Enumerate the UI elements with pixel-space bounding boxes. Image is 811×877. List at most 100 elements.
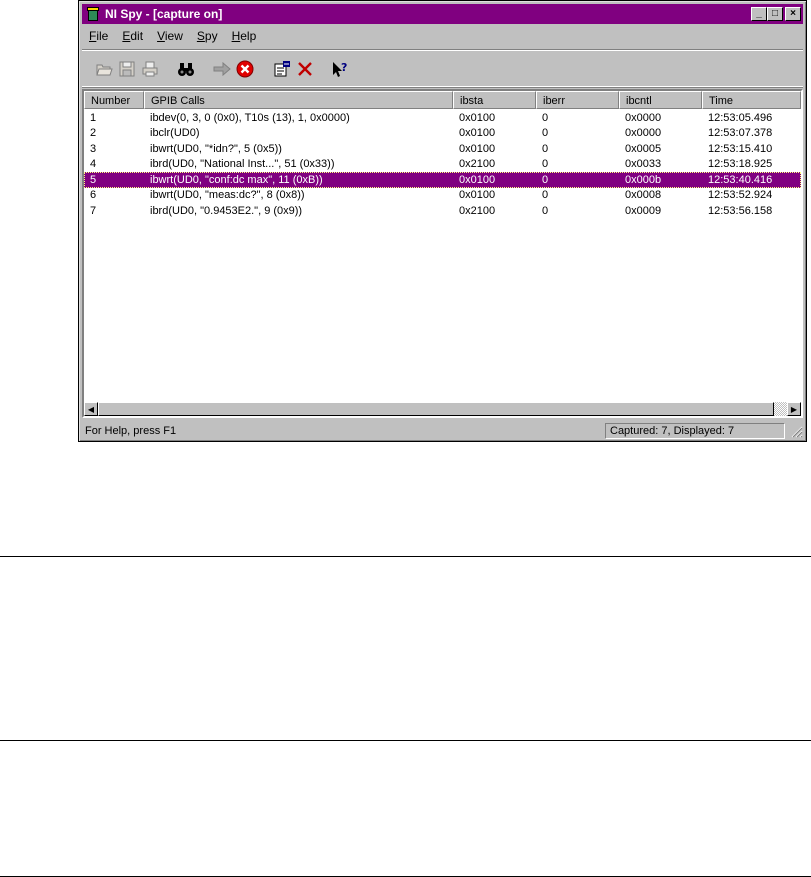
find-icon (177, 62, 194, 76)
column-header-number[interactable]: Number (84, 91, 144, 109)
column-header-iberr[interactable]: iberr (536, 91, 619, 109)
close-button[interactable]: × (785, 7, 801, 21)
cell-ibsta: 0x0100 (459, 127, 496, 140)
cell-time: 12:53:56.158 (708, 204, 773, 217)
ni-spy-window: NI Spy - [capture on] _ □ × File Edit Vi… (78, 0, 807, 442)
menu-bar: File Edit View Spy Help (82, 27, 803, 45)
cell-number: 4 (90, 158, 97, 171)
scroll-left-button[interactable]: ◀ (84, 402, 98, 416)
cell-time: 12:53:05.496 (708, 111, 773, 124)
scroll-thumb[interactable] (98, 402, 774, 416)
cell-time: 12:53:15.410 (708, 142, 773, 155)
column-header-time[interactable]: Time (702, 91, 801, 109)
cell-ibsta: 0x2100 (459, 204, 496, 217)
arrow-left-icon: ◀ (87, 404, 95, 414)
clear-button[interactable] (293, 57, 316, 80)
cell-iberr: 0 (542, 204, 549, 217)
cell-ibsta: 0x0100 (459, 142, 496, 155)
cell-gpib-call: ibrd(UD0, "0.9453E2.", 9 (0x9)) (150, 204, 303, 217)
cell-ibcntl: 0x000b (625, 173, 662, 186)
arrow-right-icon: ▶ (790, 404, 798, 414)
cell-gpib-call: ibwrt(UD0, "meas:dc?", 8 (0x8)) (150, 189, 305, 202)
start-capture-button[interactable] (210, 57, 233, 80)
resize-grip-icon[interactable] (789, 424, 803, 438)
menu-view[interactable]: View (150, 29, 190, 43)
menu-spy[interactable]: Spy (190, 29, 225, 43)
cell-number: 2 (90, 127, 97, 140)
cell-ibsta: 0x0100 (459, 189, 496, 202)
open-button[interactable] (92, 57, 115, 80)
cell-iberr: 0 (542, 142, 549, 155)
cell-gpib-call: ibdev(0, 3, 0 (0x0), T10s (13), 1, 0x000… (150, 111, 350, 124)
toolbar: ? (82, 49, 803, 87)
horizontal-scrollbar[interactable]: ◀ ▶ (84, 402, 801, 416)
table-row[interactable]: 1 ibdev(0, 3, 0 (0x0), T10s (13), 1, 0x0… (84, 110, 801, 126)
table-row[interactable]: 4 ibrd(UD0, "National Inst...", 51 (0x33… (84, 157, 801, 173)
cell-ibsta: 0x2100 (459, 158, 496, 171)
maximize-icon: □ (771, 8, 779, 19)
cell-time: 12:53:07.378 (708, 127, 773, 140)
cell-gpib-call: ibwrt(UD0, "*idn?", 5 (0x5)) (150, 142, 282, 155)
stop-capture-icon (236, 60, 253, 77)
cell-iberr: 0 (542, 189, 549, 202)
title-bar[interactable]: NI Spy - [capture on] _ □ × (82, 4, 803, 24)
horizontal-rule (0, 556, 811, 557)
properties-button[interactable] (270, 57, 293, 80)
cell-time: 12:53:52.924 (708, 189, 773, 202)
svg-text:?: ? (341, 61, 347, 74)
properties-icon (274, 60, 290, 76)
scroll-track[interactable] (98, 402, 787, 416)
scroll-right-button[interactable]: ▶ (787, 402, 801, 416)
cell-gpib-call: ibrd(UD0, "National Inst...", 51 (0x33)) (150, 158, 335, 171)
cell-ibsta: 0x0100 (459, 111, 496, 124)
context-help-button[interactable]: ? (328, 57, 351, 80)
cell-time: 12:53:18.925 (708, 158, 773, 171)
close-icon: × (790, 8, 796, 19)
cell-number: 5 (90, 173, 97, 186)
cell-gpib-call: ibwrt(UD0, "conf:dc max", 11 (0xB)) (150, 173, 323, 186)
column-header-ibsta[interactable]: ibsta (453, 91, 536, 109)
cell-time: 12:53:40.416 (708, 173, 773, 186)
stop-capture-button[interactable] (233, 57, 256, 80)
cell-iberr: 0 (542, 173, 549, 186)
maximize-button[interactable]: □ (767, 7, 783, 21)
cell-number: 6 (90, 189, 97, 202)
table-row[interactable]: 6 ibwrt(UD0, "meas:dc?", 8 (0x8)) 0x0100… (84, 188, 801, 204)
menu-file[interactable]: File (82, 29, 115, 43)
cell-ibcntl: 0x0000 (625, 127, 662, 140)
cell-number: 7 (90, 204, 97, 217)
status-capture-counts: Captured: 7, Displayed: 7 (605, 422, 785, 439)
table-row[interactable]: 7 ibrd(UD0, "0.9453E2.", 9 (0x9)) 0x2100… (84, 203, 801, 219)
open-icon (95, 64, 113, 75)
table-row-selected[interactable]: 5 ibwrt(UD0, "conf:dc max", 11 (0xB)) 0x… (84, 172, 801, 188)
context-help-icon: ? (332, 61, 347, 77)
window-title: NI Spy - [capture on] (105, 7, 223, 21)
menu-help[interactable]: Help (225, 29, 264, 43)
ni-spy-app-icon[interactable] (85, 6, 101, 22)
cell-gpib-call: ibclr(UD0) (150, 127, 200, 140)
save-icon (119, 61, 134, 76)
horizontal-rule (0, 740, 811, 741)
cell-iberr: 0 (542, 158, 549, 171)
start-capture-icon (213, 61, 231, 76)
cell-ibcntl: 0x0005 (625, 142, 662, 155)
cell-iberr: 0 (542, 127, 549, 140)
table-row[interactable]: 2 ibclr(UD0) 0x0100 0 0x0000 12:53:07.37… (84, 126, 801, 142)
cell-number: 1 (90, 111, 97, 124)
list-rows: 1 ibdev(0, 3, 0 (0x0), T10s (13), 1, 0x0… (84, 110, 801, 219)
table-row[interactable]: 3 ibwrt(UD0, "*idn?", 5 (0x5)) 0x0100 0 … (84, 141, 801, 157)
cell-ibcntl: 0x0008 (625, 189, 662, 202)
cell-ibsta: 0x0100 (459, 173, 496, 186)
print-button[interactable] (138, 57, 161, 80)
cell-number: 3 (90, 142, 97, 155)
status-bar: For Help, press F1 Captured: 7, Displaye… (82, 421, 803, 440)
clear-icon (297, 61, 312, 76)
menu-edit[interactable]: Edit (115, 29, 150, 43)
status-help-text: For Help, press F1 (85, 424, 177, 437)
minimize-button[interactable]: _ (751, 7, 767, 21)
column-header-gpib-calls[interactable]: GPIB Calls (144, 91, 453, 109)
column-header-ibcntl[interactable]: ibcntl (619, 91, 702, 109)
save-button[interactable] (115, 57, 138, 80)
gpib-call-list[interactable]: Number GPIB Calls ibsta iberr ibcntl Tim… (82, 89, 803, 418)
find-button[interactable] (174, 57, 197, 80)
